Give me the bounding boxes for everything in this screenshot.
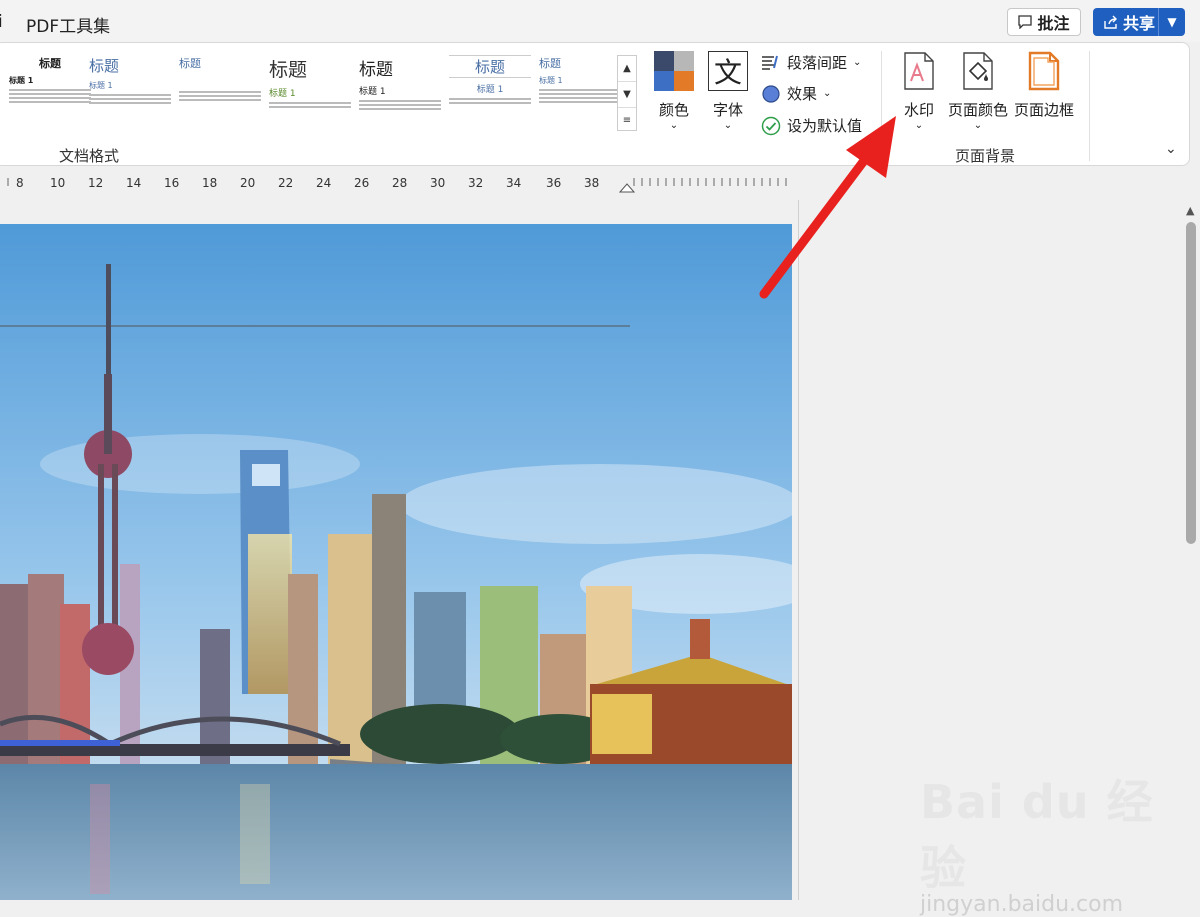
watermark-url-text: jingyan.baidu.com	[920, 892, 1124, 917]
red-arrow-annotation	[759, 116, 896, 299]
watermark-brand-text: Bai du 经验	[920, 775, 1154, 895]
baidu-jingyan-watermark: Bai du 经验 jingyan.baidu.com	[920, 766, 1160, 917]
